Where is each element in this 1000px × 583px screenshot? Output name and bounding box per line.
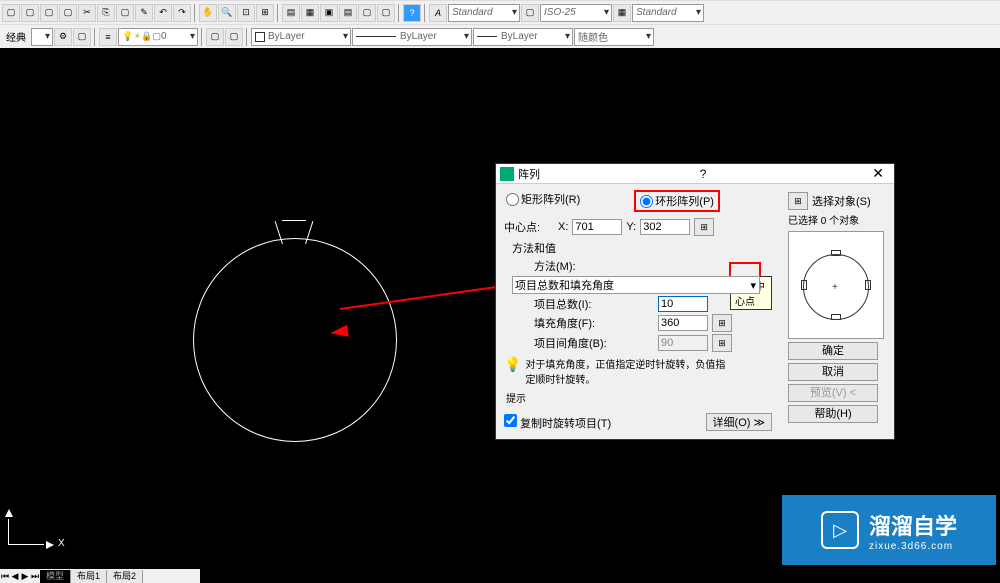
total-items-label: 项目总数(I): <box>534 296 612 312</box>
close-icon[interactable]: ✕ <box>866 165 890 182</box>
tool-icon[interactable]: ▣ <box>320 4 338 22</box>
zoomwin-icon[interactable]: ⊡ <box>237 4 255 22</box>
method-dropdown[interactable]: 项目总数和填充角度 <box>512 276 760 294</box>
polar-array-radio[interactable]: 环形阵列(P) <box>634 190 720 212</box>
circle-entity[interactable] <box>193 238 397 442</box>
ws-save-icon[interactable]: ▢ <box>73 28 91 46</box>
method-label: 方法(M): <box>534 258 612 274</box>
toolbar-area: ▢ ▢ ▢ ▢ ✂ ⎘ ▢ ✎ ↶ ↷ ✋ 🔍 ⊡ ⊞ ▤ ▦ ▣ ▤ ▢ ▢ … <box>0 0 1000 49</box>
watermark-title: 溜溜自学 <box>869 509 957 541</box>
watermark: ▷ 溜溜自学 zixue.3d66.com <box>782 495 996 565</box>
y-label: Y: <box>626 221 636 233</box>
color-dropdown[interactable]: ByLayer <box>251 28 351 46</box>
preview-panel: + <box>788 231 884 339</box>
array-dialog: 阵列 ? ✕ 矩形阵列(R) 环形阵列(P) 中心点: X: Y: ⊞ <box>495 163 895 440</box>
help-icon[interactable]: ? <box>403 4 421 22</box>
tab-model[interactable]: 模型 <box>40 570 71 583</box>
dialog-help-icon[interactable]: ? <box>692 167 715 181</box>
help-button[interactable]: 帮助(H) <box>788 405 878 423</box>
tab-last-icon[interactable]: ⏭ <box>30 571 40 582</box>
ok-button[interactable]: 确定 <box>788 342 878 360</box>
tip-text: 对于填充角度，正值指定逆时针旋转，负值指定顺时针旋转。 <box>525 356 725 386</box>
workspace-label: 经典 <box>2 29 30 44</box>
pick-center-button[interactable]: ⊞ <box>694 218 714 236</box>
pick-fill-angle-button[interactable]: ⊞ <box>712 314 732 332</box>
plotstyle-dropdown[interactable]: 随颜色 <box>574 28 654 46</box>
cut-icon[interactable]: ✂ <box>78 4 96 22</box>
table-style-dropdown[interactable]: Standard <box>632 4 704 22</box>
method-group-label: 方法和值 <box>512 240 772 256</box>
rotate-copy-checkbox[interactable]: 复制时旋转项目(T) <box>504 414 611 431</box>
zoomext-icon[interactable]: ⊞ <box>256 4 274 22</box>
match-icon[interactable]: ✎ <box>135 4 153 22</box>
item-angle-label: 项目间角度(B): <box>534 335 612 351</box>
a-icon[interactable]: A <box>429 4 447 22</box>
tab-prev-icon[interactable]: ◀ <box>10 571 20 582</box>
props-icon[interactable]: ▤ <box>282 4 300 22</box>
tab-layout2[interactable]: 布局2 <box>107 570 143 583</box>
layer-mgr-icon[interactable]: ≡ <box>99 28 117 46</box>
rect-array-radio[interactable]: 矩形阵列(R) <box>504 190 582 208</box>
layer-state-icon[interactable]: ▢ <box>225 28 243 46</box>
tab-next-icon[interactable]: ▶ <box>20 571 30 582</box>
cancel-button[interactable]: 取消 <box>788 363 878 381</box>
layout-tabs: ⏮ ◀ ▶ ⏭ 模型 布局1 布局2 <box>0 569 200 583</box>
watermark-logo-icon: ▷ <box>821 511 859 549</box>
watermark-url: zixue.3d66.com <box>869 541 957 552</box>
detail-button[interactable]: 详细(O) ≫ <box>706 413 772 431</box>
item-angle-input <box>658 335 708 351</box>
ws-settings-icon[interactable]: ⚙ <box>54 28 72 46</box>
save-icon[interactable]: ▢ <box>40 4 58 22</box>
redo-icon[interactable]: ↷ <box>173 4 191 22</box>
calc-icon[interactable]: ▢ <box>377 4 395 22</box>
fill-angle-label: 填充角度(F): <box>534 315 612 331</box>
bulb-icon: 💡 <box>504 356 521 373</box>
tip-label: 提示 <box>506 390 772 405</box>
undo-icon[interactable]: ↶ <box>154 4 172 22</box>
workspace-dropdown[interactable] <box>31 28 53 46</box>
open-icon[interactable]: ▢ <box>21 4 39 22</box>
center-label: 中心点: <box>504 219 554 235</box>
paste-icon[interactable]: ▢ <box>116 4 134 22</box>
layer-dropdown[interactable]: 💡☀🔒▢ 0 <box>118 28 198 46</box>
dialog-titlebar[interactable]: 阵列 ? ✕ <box>496 164 894 184</box>
table-icon[interactable]: ▦ <box>613 4 631 22</box>
dialog-title-text: 阵列 <box>518 166 540 182</box>
markup-icon[interactable]: ▢ <box>358 4 376 22</box>
dim-style-dropdown[interactable]: ISO-25 <box>540 4 612 22</box>
tab-first-icon[interactable]: ⏮ <box>0 571 10 582</box>
center-x-input[interactable] <box>572 219 622 235</box>
zoom-icon[interactable]: 🔍 <box>218 4 236 22</box>
trapezoid-top <box>282 220 306 221</box>
annotation-arrow-head <box>329 325 348 339</box>
linetype-dropdown[interactable]: ByLayer <box>352 28 472 46</box>
pick-item-angle-button[interactable]: ⊞ <box>712 334 732 352</box>
tab-layout1[interactable]: 布局1 <box>71 570 107 583</box>
layer-prev-icon[interactable]: ▢ <box>206 28 224 46</box>
print-icon[interactable]: ▢ <box>59 4 77 22</box>
sheet-icon[interactable]: ▤ <box>339 4 357 22</box>
copy-icon[interactable]: ⎘ <box>97 4 115 22</box>
pan-icon[interactable]: ✋ <box>199 4 217 22</box>
text-style-dropdown[interactable]: Standard <box>448 4 520 22</box>
total-items-input[interactable] <box>658 296 708 312</box>
fill-angle-input[interactable] <box>658 315 708 331</box>
dc-icon[interactable]: ▦ <box>301 4 319 22</box>
new-icon[interactable]: ▢ <box>2 4 20 22</box>
chevron-down-icon: ≫ <box>753 416 765 429</box>
preview-button[interactable]: 预览(V) < <box>788 384 878 402</box>
x-label: X: <box>558 221 568 233</box>
select-objects-label: 选择对象(S) <box>812 193 871 209</box>
select-objects-button[interactable]: ⊞ <box>788 192 808 210</box>
center-y-input[interactable] <box>640 219 690 235</box>
lineweight-dropdown[interactable]: ByLayer <box>473 28 573 46</box>
dim-icon[interactable]: ▢ <box>521 4 539 22</box>
dialog-icon <box>500 167 514 181</box>
selected-count-label: 已选择 0 个对象 <box>788 212 886 227</box>
